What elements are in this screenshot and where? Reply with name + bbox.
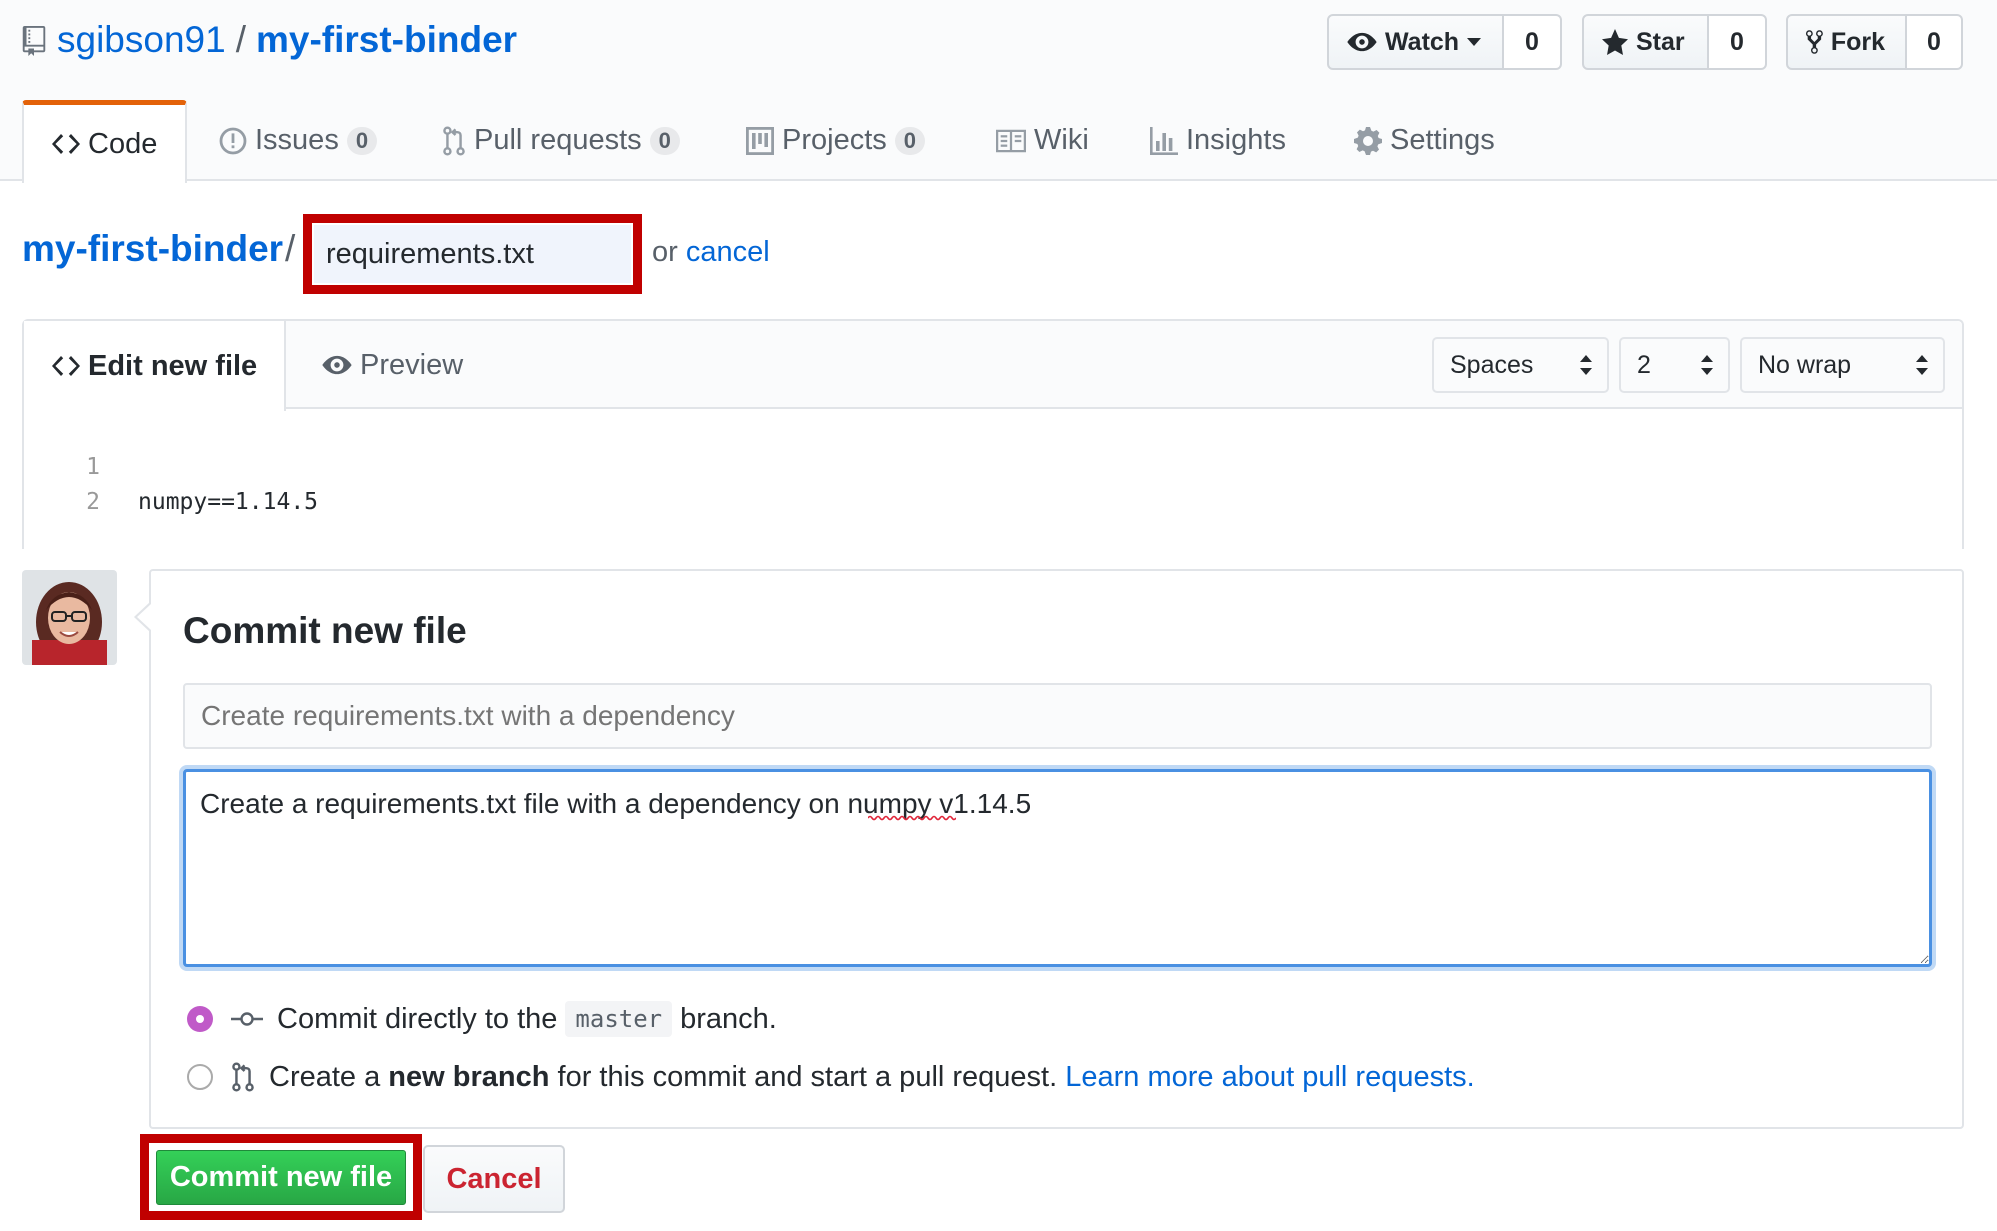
repo-nav: Code Issues 0 Pull requests 0 Projects 0… [0, 100, 1997, 183]
issue-icon [219, 127, 247, 154]
tab-preview[interactable]: Preview [322, 321, 463, 409]
tab-insights-label: Insights [1186, 124, 1286, 156]
new-branch-option[interactable]: Create a new branch for this commit and … [187, 1057, 1475, 1097]
wrap-mode-select[interactable]: No wrap [1740, 337, 1945, 393]
file-editor: Edit new file Preview Spaces 2 No wrap 1… [22, 319, 1964, 549]
eye-icon [322, 355, 352, 375]
line-content: numpy==1.14.5 [138, 489, 319, 515]
cancel-link[interactable]: cancel [686, 236, 770, 268]
commit-directly-radio[interactable] [187, 1006, 213, 1032]
tab-projects-label: Projects [782, 124, 887, 156]
code-icon [52, 356, 80, 376]
code-line: 1 numpy==1.14.5 [24, 415, 318, 515]
tab-issues[interactable]: Issues 0 [219, 100, 378, 181]
repo-title: sgibson91/my-first-binder [57, 14, 517, 66]
avatar[interactable] [22, 570, 117, 665]
caret-down-icon [1467, 38, 1482, 46]
indent-size-value: 2 [1637, 350, 1651, 379]
star-count[interactable]: 0 [1709, 14, 1767, 70]
new-branch-prefix: Create a [269, 1060, 381, 1093]
tab-pull-requests-label: Pull requests [474, 124, 642, 156]
commit-button-highlight: Commit new file [140, 1134, 422, 1220]
indent-size-select[interactable]: 2 [1619, 337, 1730, 393]
fork-button[interactable]: Fork [1786, 14, 1907, 70]
commit-summary-input[interactable] [183, 683, 1932, 749]
line-number: 2 [86, 489, 100, 515]
breadcrumb-repo-link[interactable]: my-first-binder [22, 228, 283, 270]
commit-directly-option[interactable]: Commit directly to the master branch. [187, 999, 777, 1039]
tab-code[interactable]: Code [22, 100, 188, 183]
breadcrumb-separator: / [285, 228, 296, 269]
indent-mode-value: Spaces [1450, 350, 1534, 379]
project-icon [746, 126, 774, 155]
commit-directly-suffix: branch. [680, 1002, 777, 1035]
fork-icon [1806, 30, 1823, 54]
tab-preview-label: Preview [360, 348, 464, 381]
branch-name: master [565, 1001, 673, 1037]
pull-request-icon [232, 1062, 254, 1092]
tab-settings-label: Settings [1390, 124, 1495, 156]
tab-insights[interactable]: Insights [1150, 100, 1286, 181]
star-group: Star 0 [1582, 14, 1767, 70]
avatar-image [22, 570, 117, 665]
or-text: or [652, 236, 678, 268]
repo-owner-link[interactable]: sgibson91 [57, 19, 226, 60]
star-button[interactable]: Star [1582, 14, 1709, 70]
select-arrows-icon [1580, 355, 1592, 375]
fork-count[interactable]: 0 [1907, 14, 1963, 70]
gear-icon [1354, 126, 1382, 155]
tab-code-label: Code [88, 127, 158, 160]
watch-group: Watch 0 [1327, 14, 1562, 70]
tab-issues-count: 0 [346, 126, 378, 155]
learn-more-link[interactable]: Learn more about pull requests. [1065, 1061, 1474, 1094]
cancel-button[interactable]: Cancel [423, 1145, 565, 1213]
fork-label: Fork [1830, 27, 1885, 56]
or-cancel: or cancel [652, 236, 770, 269]
star-label: Star [1636, 27, 1685, 56]
repo-name-link[interactable]: my-first-binder [256, 19, 517, 60]
select-arrows-icon [1916, 355, 1928, 375]
code-icon [52, 134, 80, 154]
tab-edit-new-file[interactable]: Edit new file [24, 321, 286, 411]
pull-request-icon [443, 125, 465, 156]
new-branch-suffix: for this commit and start a pull request… [557, 1060, 1058, 1093]
watch-label: Watch [1385, 27, 1460, 56]
book-icon [996, 129, 1026, 152]
tab-projects[interactable]: Projects 0 [746, 100, 926, 181]
repo-icon [22, 26, 46, 56]
watch-count[interactable]: 0 [1504, 14, 1562, 70]
commit-description-textarea[interactable]: Create a requirements.txt file with a de… [183, 769, 1932, 967]
filename-highlight [303, 214, 642, 294]
editor-toolbar: Edit new file Preview Spaces 2 No wrap [24, 321, 1962, 411]
filename-input[interactable] [314, 225, 631, 283]
tab-projects-count: 0 [894, 126, 926, 155]
tab-pull-requests-count: 0 [649, 126, 680, 155]
repo-title-separator: / [235, 19, 246, 60]
indent-mode-select[interactable]: Spaces [1432, 337, 1609, 393]
tab-pull-requests[interactable]: Pull requests 0 [442, 100, 680, 181]
tab-issues-label: Issues [255, 124, 339, 156]
code-line: 2 [24, 450, 107, 515]
select-arrows-icon [1701, 355, 1713, 375]
new-branch-bold: new branch [388, 1060, 550, 1093]
commit-icon [231, 1012, 263, 1026]
commit-title: Commit new file [183, 610, 467, 651]
tab-edit-label: Edit new file [88, 349, 258, 382]
eye-icon [1347, 32, 1377, 52]
graph-icon [1150, 126, 1178, 155]
watch-button[interactable]: Watch [1327, 14, 1504, 70]
tab-settings[interactable]: Settings [1354, 100, 1495, 181]
fork-group: Fork 0 [1786, 14, 1963, 70]
star-icon [1602, 29, 1628, 55]
new-branch-radio[interactable] [187, 1064, 213, 1090]
spellcheck-underline [868, 815, 956, 821]
commit-caret-fill [137, 604, 151, 630]
tab-wiki-label: Wiki [1034, 124, 1089, 156]
commit-directly-prefix: Commit directly to the [277, 1002, 558, 1035]
wrap-mode-value: No wrap [1758, 350, 1852, 379]
repo-header: sgibson91/my-first-binder Watch 0 Star 0… [0, 0, 1997, 183]
commit-new-file-button[interactable]: Commit new file [156, 1150, 406, 1205]
tab-wiki[interactable]: Wiki [996, 100, 1089, 181]
